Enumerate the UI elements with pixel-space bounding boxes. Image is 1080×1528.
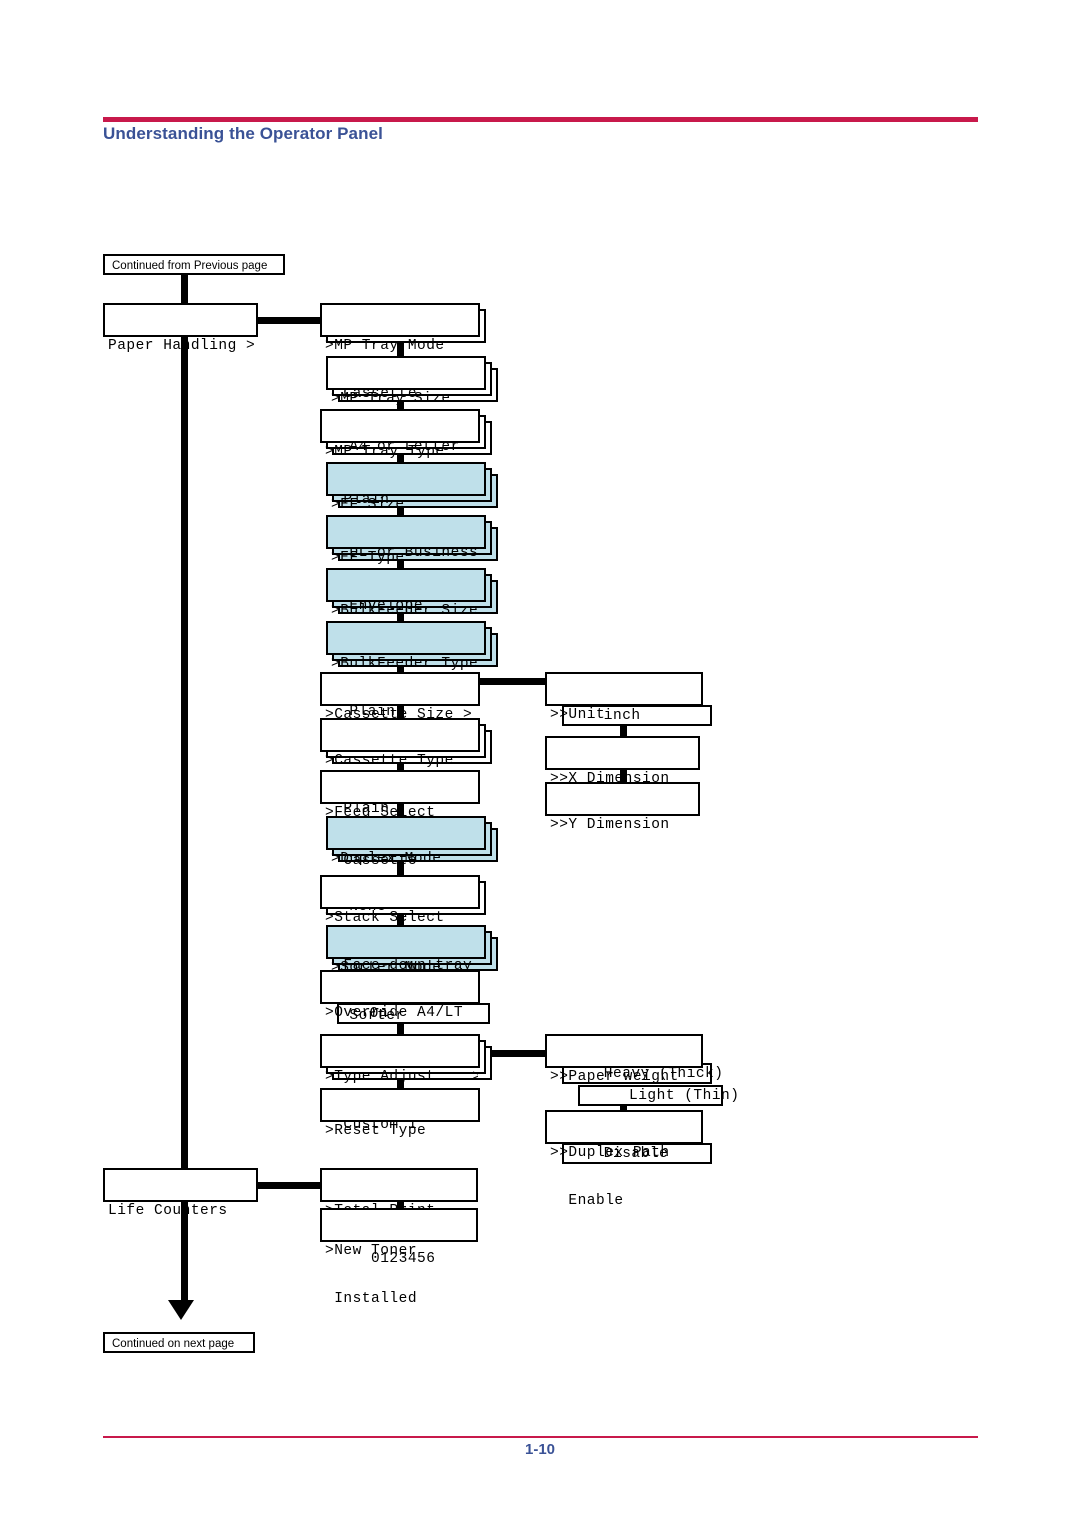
menu-item-duplex-mode-line1: >Duplex Mode	[331, 851, 442, 867]
note-continued-from-previous: Continued from Previous page	[103, 254, 285, 275]
menu-item-cassette-unit-line1: >>Unit	[550, 707, 606, 723]
menu-item-override-a4lt[interactable]: >Override A4/LT Off	[320, 970, 480, 1069]
menu-item-ef-size[interactable]: >EF Size DL or Business	[326, 462, 486, 561]
menu-item-paper-weight-line1: >>Paper weight	[550, 1069, 679, 1085]
menu-item-duplex-path[interactable]: >>Duplex Path Enable	[545, 1110, 703, 1209]
menu-item-mp-tray-type-line1: >MP Tray Type	[325, 444, 445, 460]
menu-item-type-adjust[interactable]: >Type Adjust > Custom 1	[320, 1034, 480, 1133]
menu-item-y-dimension-line1: >>Y Dimension	[550, 817, 670, 833]
menu-item-bulkfeeder-size[interactable]: >BulkFeeder Size	[326, 568, 486, 619]
menu-item-paper-weight[interactable]: >>Paper weight Normal	[545, 1034, 703, 1133]
menu-item-y-dimension-line2	[550, 865, 698, 881]
menu-item-new-toner-line1: >New Toner	[325, 1243, 418, 1259]
menu-item-type-adjust-line1: >Type Adjust >	[325, 1069, 478, 1085]
menu-item-new-toner-line2: Installed	[325, 1291, 418, 1307]
menu-item-duplex-path-line2: Enable	[550, 1193, 624, 1209]
menu-root-life-counters-line2	[108, 1251, 256, 1267]
cassette-size-branch-connector	[477, 678, 547, 685]
note-continued-on-next: Continued on next page	[103, 1332, 255, 1353]
menu-item-cassette-type-line1: >Cassette Type	[325, 753, 454, 769]
menu-item-duplex-mode[interactable]: >Duplex Mode None	[326, 816, 486, 915]
menu-item-ef-type-line1: >EF Type	[331, 550, 405, 566]
menu-item-new-toner[interactable]: >New Toner Installed	[320, 1208, 478, 1307]
menu-root-paper-handling-line1: Paper Handling >	[108, 338, 256, 354]
menu-item-mp-tray-size-line1: >MP Tray Size	[331, 391, 451, 407]
menu-item-cassette-unit[interactable]: >>Unit mm	[545, 672, 703, 771]
menu-item-mp-tray-type[interactable]: >MP Tray Type Plain	[320, 409, 480, 508]
menu-item-ef-type[interactable]: >EF Type Envelope	[326, 515, 486, 614]
menu-item-bulkfeeder-size-line1: >BulkFeeder Size	[331, 603, 479, 619]
page-title: Understanding the Operator Panel	[103, 124, 383, 143]
menu-item-cassette-type[interactable]: >Cassette Type Plain	[320, 718, 480, 817]
menu-item-x-dimension[interactable]: >>X Dimension	[545, 736, 700, 787]
life-counters-branch-connector	[255, 1182, 323, 1189]
menu-item-bulkfeeder-type-line1: >BulkFeeder Type	[331, 656, 479, 672]
menu-item-duplex-path-line1: >>Duplex Path	[550, 1145, 670, 1161]
menu-item-reset-type-adjust-line1: >Reset Type	[325, 1123, 427, 1139]
footer-rule	[103, 1436, 978, 1438]
menu-item-stack-select[interactable]: >Stack Select Face-down tray	[320, 875, 480, 974]
menu-item-bulkfeeder-type[interactable]: >BulkFeeder Type Plain	[326, 621, 486, 720]
header-rule	[103, 117, 978, 122]
menu-item-mp-tray-mode-line1: >MP Tray Mode	[325, 338, 445, 354]
menu-root-paper-handling-line2	[108, 386, 256, 402]
menu-item-ef-size-line1: >EF Size	[331, 497, 405, 513]
menu-item-override-a4lt-line1: >Override A4/LT	[325, 1005, 464, 1021]
document-page: Understanding the Operator Panel Continu…	[0, 0, 1080, 1528]
menu-item-mp-tray-mode[interactable]: >MP Tray Mode Cassette	[320, 303, 480, 402]
menu-root-life-counters-line1: Life Counters >	[108, 1203, 256, 1219]
menu-item-reset-type-adjust[interactable]: >Reset Type Adjust	[320, 1088, 480, 1187]
paper-handling-branch-connector	[255, 317, 323, 324]
menu-item-cassette-size[interactable]: >Cassette Size >	[320, 672, 480, 723]
menu-item-feed-select[interactable]: >Feed Select Cassette	[320, 770, 480, 869]
menu-root-paper-handling[interactable]: Paper Handling >	[103, 303, 258, 354]
page-number: 1-10	[524, 1441, 556, 1458]
menu-root-life-counters[interactable]: Life Counters >	[103, 1168, 258, 1219]
spine-arrowhead	[168, 1300, 194, 1320]
menu-item-total-print[interactable]: >Total Print 0123456	[320, 1168, 478, 1267]
menu-item-mp-tray-size[interactable]: >MP Tray Size A4 or Letter	[326, 356, 486, 455]
menu-item-y-dimension[interactable]: >>Y Dimension	[545, 782, 700, 833]
menu-item-sorter-mode[interactable]: >Sorter Mode Sorter	[326, 925, 486, 1024]
menu-item-stack-select-line1: >Stack Select	[325, 910, 445, 926]
